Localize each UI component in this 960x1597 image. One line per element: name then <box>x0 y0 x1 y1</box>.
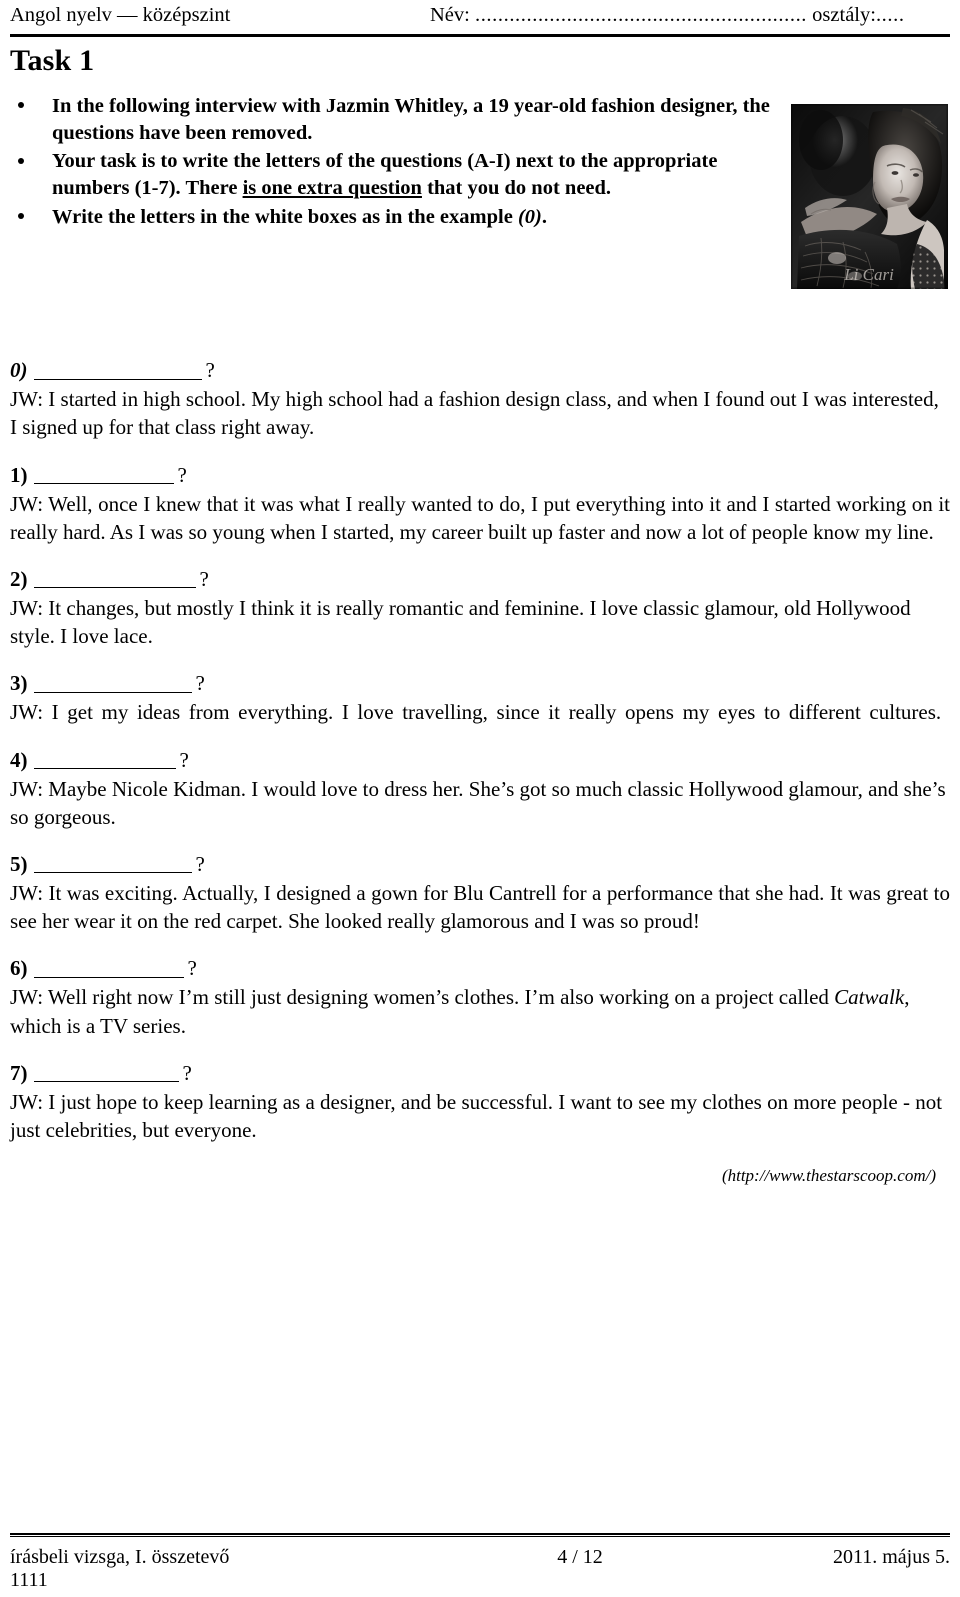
item-number-5: 5) <box>10 851 28 876</box>
page-footer: írásbeli vizsga, I. összetevő 4 / 12 201… <box>10 1533 950 1593</box>
question-mark-6: ? <box>187 956 197 981</box>
answer-text-4: JW: Maybe Nicole Kidman. I would love to… <box>10 776 946 829</box>
question-line-1: 1)? <box>10 461 950 489</box>
class-dotted-line[interactable]: ..... <box>876 4 905 26</box>
answer-blank-3[interactable] <box>33 673 192 693</box>
item-number-4: 4) <box>10 747 28 772</box>
photo-graphic: Li Cari <box>791 103 948 289</box>
answer-text-5: JW: It was exciting. Actually, I designe… <box>10 881 950 934</box>
question-mark-2: ? <box>199 566 209 591</box>
interview-item-6: 6)? JW: Well right now I’m still just de… <box>10 954 950 1039</box>
answer-title-catwalk: Catwalk <box>834 985 905 1010</box>
question-line-0: 0)? <box>10 356 950 384</box>
question-mark-1: ? <box>177 462 187 487</box>
item-number-3: 3) <box>10 671 28 696</box>
interview-item-1: 1)? JW: Well, once I knew that it was wh… <box>10 461 950 546</box>
student-name-field: Név: ...................................… <box>430 4 950 28</box>
question-line-2: 2)? <box>10 565 950 593</box>
answer-text-1: JW: Well, once I knew that it was what I… <box>10 491 950 544</box>
task-title: Task 1 <box>10 43 95 77</box>
question-mark-4: ? <box>179 747 189 772</box>
answer-text-7: JW: I just hope to keep learning as a de… <box>10 1089 943 1142</box>
item-number-6: 6) <box>10 956 28 981</box>
designer-photo: Li Cari <box>791 103 948 289</box>
instruction-list: In the following interview with Jazmin W… <box>10 93 780 230</box>
instruction-text-3: Write the letters in the white boxes as … <box>52 205 547 228</box>
footer-exam-type: írásbeli vizsga, I. összetevő <box>10 1545 230 1568</box>
answer-text-3: JW: I get my ideas from everything. I lo… <box>10 700 942 725</box>
question-mark-7: ? <box>182 1060 192 1085</box>
bullet-dot-icon <box>18 157 24 164</box>
question-line-3: 3)? <box>10 669 950 697</box>
exam-page: Angol nyelv — középszint Név: ..........… <box>0 0 960 1597</box>
interview-item-5: 5)? JW: It was exciting. Actually, I des… <box>10 850 950 935</box>
instruction-bullet-3: Write the letters in the white boxes as … <box>10 204 780 231</box>
interview-item-7: 7)? JW: I just hope to keep learning as … <box>10 1059 950 1144</box>
answer-text-2: JW: It changes, but mostly I think it is… <box>10 596 911 649</box>
instruction-bullet-1: In the following interview with Jazmin W… <box>10 93 780 146</box>
bullet-dot-icon <box>18 212 24 219</box>
instruction-text-1: In the following interview with Jazmin W… <box>52 94 770 144</box>
example-marker: (0) <box>517 205 542 228</box>
instruction-bullet-2: Your task is to write the letters of the… <box>10 148 780 201</box>
interview-item-3: 3)? JW: I get my ideas from everything. … <box>10 669 950 726</box>
exam-date: 2011. május 5. <box>832 1545 950 1568</box>
answer-blank-7[interactable] <box>33 1062 179 1083</box>
answer-text-0: JW: I started in high school. My high sc… <box>10 387 939 440</box>
item-number-7: 7) <box>10 1060 28 1085</box>
interview-item-4: 4)? JW: Maybe Nicole Kidman. I would lov… <box>10 746 950 831</box>
exam-code: 1111 <box>10 1569 48 1592</box>
answer-blank-6[interactable] <box>33 958 184 978</box>
interview-item-2: 2)? JW: It changes, but mostly I think i… <box>10 565 950 650</box>
question-line-7: 7)? <box>10 1059 950 1087</box>
answer-blank-4[interactable] <box>33 749 176 770</box>
answer-text-6: JW: Well right now I’m still just design… <box>10 983 950 1039</box>
interview-item-0: 0)? JW: I started in high school. My hig… <box>10 356 950 441</box>
header-divider <box>10 33 950 37</box>
item-number-1: 1) <box>10 462 28 487</box>
page-number: 4 / 12 <box>557 1545 603 1568</box>
intro-section: In the following interview with Jazmin W… <box>10 93 950 289</box>
name-label: Név: <box>430 4 470 26</box>
answer-text-6-part1: JW: Well right now I’m still just design… <box>10 985 835 1010</box>
footer-row: írásbeli vizsga, I. összetevő 4 / 12 201… <box>10 1546 950 1570</box>
instruction-text-2b: that you do not need. <box>421 176 612 199</box>
bullet-dot-icon <box>18 102 24 109</box>
answer-blank-1[interactable] <box>33 464 174 485</box>
interview-items: 0)? JW: I started in high school. My hig… <box>10 356 950 1144</box>
item-number-2: 2) <box>10 566 28 591</box>
class-label: osztály: <box>812 4 876 26</box>
item-number-0: 0) <box>10 358 28 383</box>
name-dotted-line[interactable]: ........................................… <box>475 4 807 26</box>
question-mark-3: ? <box>195 671 205 696</box>
question-line-4: 4)? <box>10 746 950 774</box>
page-header: Angol nyelv — középszint Név: ..........… <box>10 0 950 28</box>
question-line-6: 6)? <box>10 954 950 982</box>
source-attribution: (http://www.thestarscoop.com/) <box>721 1166 936 1186</box>
answer-blank-5[interactable] <box>33 853 192 874</box>
question-line-5: 5)? <box>10 850 950 878</box>
question-mark-5: ? <box>195 851 205 876</box>
photo-watermark: Li Cari <box>843 265 894 284</box>
instruction-underlined-phrase: is one extra question <box>242 176 422 199</box>
answer-blank-0[interactable] <box>33 360 202 380</box>
footer-divider <box>10 1533 950 1537</box>
answer-blank-2[interactable] <box>33 568 196 589</box>
question-mark-0: ? <box>205 358 215 383</box>
instruction-text-2: Your task is to write the letters of the… <box>52 150 717 199</box>
subject-title: Angol nyelv — középszint <box>10 4 231 26</box>
